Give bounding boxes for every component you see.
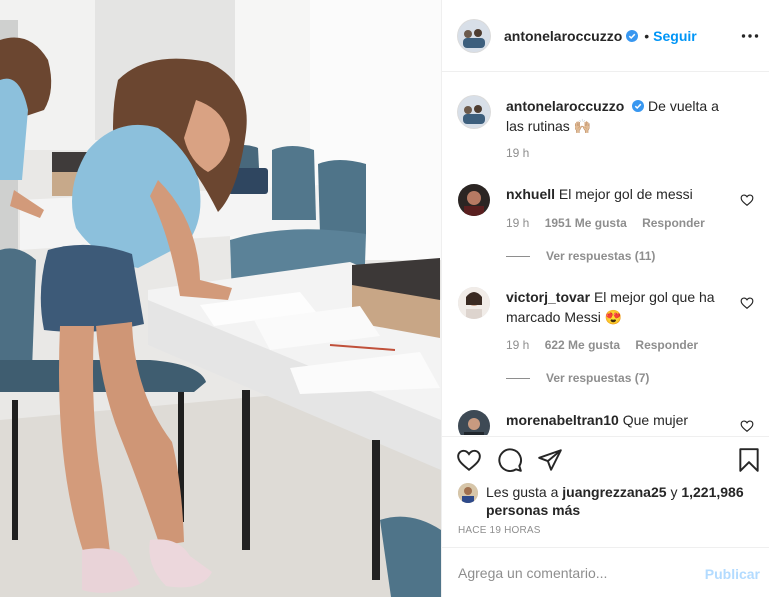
comment-time[interactable]: 19 h [506,216,529,230]
header-separator: • [644,27,650,44]
likes-prefix: Les gusta a [486,484,559,500]
author-username[interactable]: antonelaroccuzzo [504,28,622,44]
comment-meta: 19 h 622 Me gusta Responder [506,338,710,352]
avatar-photo [458,184,490,216]
reply-button[interactable]: Responder [642,216,705,230]
comment-body: Que mujer [622,412,689,428]
comment-username[interactable]: victorj_tovar [506,289,590,305]
caption-meta: 19 h [506,146,541,160]
post-side-panel: antonelaroccuzzo • Seguir antonelaroccuz… [441,0,769,597]
add-comment-bar: Publicar [442,547,769,597]
caption-username[interactable]: antonelaroccuzzo [506,98,624,114]
comment-username[interactable]: nxhuell [506,186,555,202]
avatar-photo [458,19,490,52]
author-avatar[interactable] [458,19,490,52]
caption-avatar[interactable] [458,96,490,128]
comment-like-heart-icon[interactable] [740,419,754,433]
avatar-photo [458,287,490,319]
bookmark-icon[interactable] [736,447,762,473]
comment-avatar[interactable] [458,184,490,216]
comment-time[interactable]: 19 h [506,338,529,352]
comment-likes[interactable]: 622 Me gusta [545,338,620,352]
reply-button[interactable]: Responder [635,338,698,352]
replies-divider [506,255,530,257]
comment-username[interactable]: morenabeltran10 [506,412,619,428]
likes-conjunction: y [670,484,678,500]
avatar-photo [458,96,490,128]
liker-username[interactable]: juangrezzana25 [562,484,666,500]
view-replies-button[interactable]: Ver respuestas (7) [506,371,649,385]
comment-text: morenabeltran10 Que mujer [506,410,732,430]
comment-text: victorj_tovar El mejor gol que ha marcad… [506,287,732,327]
caption-time[interactable]: 19 h [506,146,529,160]
replies-divider [506,377,530,379]
comment-avatar[interactable] [458,287,490,319]
comments-list[interactable]: antonelaroccuzzo De vuelta a las rutinas… [442,73,769,435]
view-replies-label: Ver respuestas (7) [546,371,650,385]
view-replies-button[interactable]: Ver respuestas (11) [506,249,655,263]
comment-likes[interactable]: 1951 Me gusta [545,216,627,230]
follow-button[interactable]: Seguir [653,28,697,44]
caption-text: antonelaroccuzzo De vuelta a las rutinas… [506,96,732,136]
comment-like-heart-icon[interactable] [740,193,754,207]
avatar-photo [458,483,478,503]
comment-body: El mejor gol de messi [558,186,693,202]
post-timestamp[interactable]: HACE 19 HORAS [458,525,541,536]
comment-avatar[interactable] [458,410,490,435]
likes-text: Les gusta a juangrezzana25 y 1,221,986 p… [486,483,746,519]
view-replies-label: Ver respuestas (11) [546,249,656,263]
liker-avatar[interactable] [458,483,478,503]
post-header: antonelaroccuzzo • Seguir [442,0,769,72]
verified-badge-icon [632,100,645,112]
comment-meta: 19 h 1951 Me gusta Responder [506,216,717,230]
comment-icon[interactable] [497,447,523,473]
comment-input[interactable] [458,564,698,581]
comment-like-heart-icon[interactable] [740,296,754,310]
publish-button[interactable]: Publicar [705,566,760,582]
post-photo-illustration [0,0,441,597]
post-photo[interactable] [0,0,441,597]
verified-badge-icon [626,29,639,42]
avatar-photo [458,410,490,435]
post-actions: Les gusta a juangrezzana25 y 1,221,986 p… [442,436,769,546]
heart-icon[interactable] [456,447,482,473]
comment-text: nxhuell El mejor gol de messi [506,184,732,204]
more-horizontal-icon[interactable] [740,26,760,46]
paper-plane-icon[interactable] [537,447,563,473]
